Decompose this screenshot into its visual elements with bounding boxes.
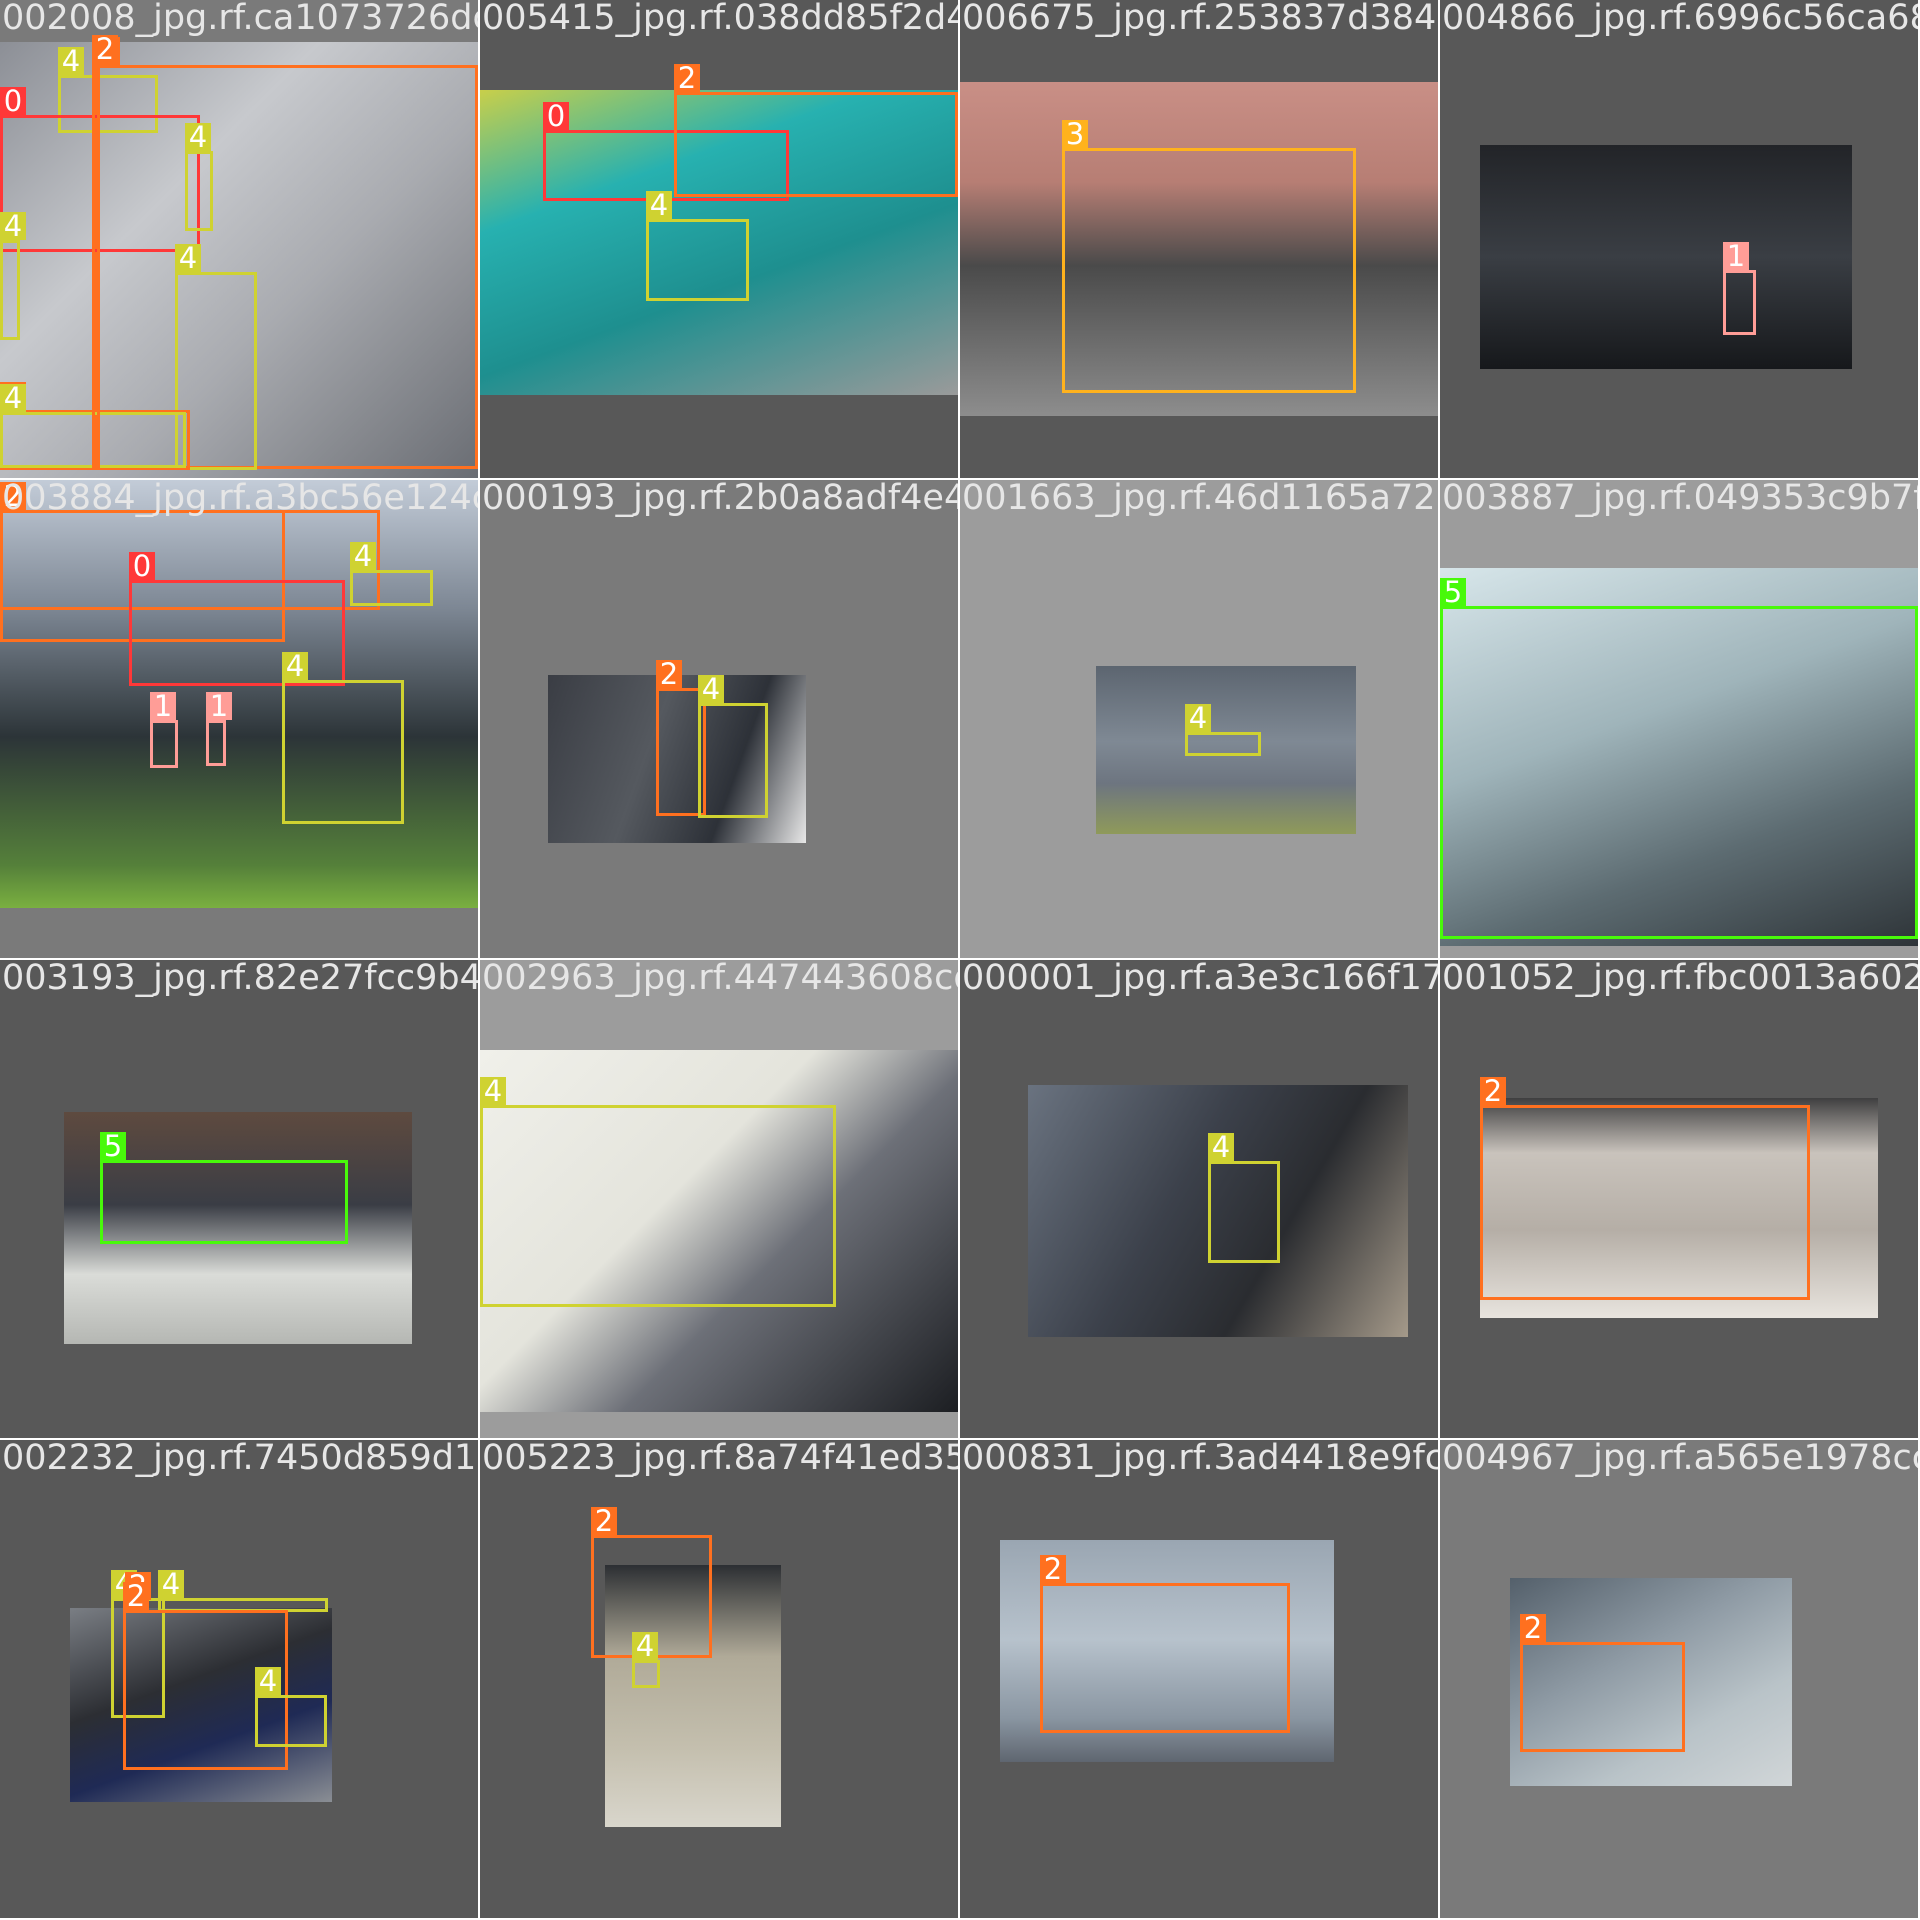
image-filename: 000831_jpg.rf.3ad4418e9fc <box>962 1440 1438 1478</box>
class-label: 5 <box>100 1132 126 1161</box>
image-filename: 006675_jpg.rf.253837d3849 <box>962 0 1438 38</box>
image-tile: 2 4 000193_jpg.rf.2b0a8adf4e4d7 <box>480 480 958 958</box>
class-label: 4 <box>158 1570 184 1599</box>
class-label: 2 <box>591 1507 617 1536</box>
detection-box: 4 <box>282 652 404 824</box>
class-label: 2 <box>92 35 118 64</box>
image-tile: 5 003193_jpg.rf.82e27fcc9b46 <box>0 960 478 1438</box>
class-label: 4 <box>0 384 26 413</box>
detection-box: 4 <box>632 1632 660 1688</box>
image-filename: 001663_jpg.rf.46d1165a7239 <box>962 480 1438 518</box>
class-label: 5 <box>1440 578 1466 607</box>
detection-box: 2 <box>674 64 958 197</box>
class-label: 0 <box>129 552 155 581</box>
image-filename: 002008_jpg.rf.ca1073726dc <box>2 0 478 38</box>
detection-box: 4 <box>1208 1133 1280 1263</box>
class-label: 4 <box>255 1667 281 1696</box>
class-label: 4 <box>698 675 724 704</box>
class-label: 2 <box>1520 1614 1546 1643</box>
image-filename: 002963_jpg.rf.447443608cd8 <box>482 960 958 998</box>
class-label: 4 <box>350 542 376 571</box>
class-label: 3 <box>1062 120 1088 149</box>
class-label: 0 <box>0 87 26 116</box>
image-filename: 005415_jpg.rf.038dd85f2d478 <box>482 0 958 38</box>
detection-box: 1 <box>206 692 232 766</box>
detection-box: 1 <box>1723 242 1756 335</box>
image-tile: 2 001052_jpg.rf.fbc0013a602 <box>1440 960 1918 1438</box>
class-label: 4 <box>1208 1133 1234 1162</box>
class-label: 1 <box>1723 242 1749 271</box>
detection-box: 4 <box>255 1667 327 1747</box>
detection-box: 4 <box>350 542 433 606</box>
image-filename: 003887_jpg.rf.049353c9b7fa <box>1442 480 1918 518</box>
detection-box: 4 <box>646 191 749 301</box>
car-damage-photo <box>1480 145 1852 369</box>
class-label: 2 <box>1040 1555 1066 1584</box>
image-filename: 003193_jpg.rf.82e27fcc9b46 <box>2 960 478 998</box>
image-filename: 004866_jpg.rf.6996c56ca68a5 <box>1442 0 1918 38</box>
image-filename: 005223_jpg.rf.8a74f41ed359 <box>482 1440 958 1478</box>
image-tile: 1 004866_jpg.rf.6996c56ca68a5 <box>1440 0 1918 478</box>
detection-box: 5 <box>1440 578 1918 939</box>
class-label: 4 <box>185 123 211 152</box>
class-label: 4 <box>175 244 201 273</box>
image-tile: 2 004967_jpg.rf.a565e1978cc <box>1440 1440 1918 1918</box>
class-label: 4 <box>632 1632 658 1661</box>
detection-box: 2 <box>1040 1555 1290 1733</box>
image-filename: 000193_jpg.rf.2b0a8adf4e4d7 <box>482 480 958 518</box>
class-label: 0 <box>543 102 569 131</box>
class-label: 2 <box>123 1582 149 1611</box>
image-filename: 000001_jpg.rf.a3e3c166f17 <box>962 960 1438 998</box>
detection-box: 4 <box>0 212 26 340</box>
image-filename: 002232_jpg.rf.7450d859d104 <box>2 1440 478 1478</box>
detection-box: 0 <box>129 552 345 686</box>
detection-box: 4 <box>480 1077 836 1307</box>
image-tile: 420444242002008_jpg.rf.ca1073726dc <box>0 0 478 478</box>
class-label: 2 <box>1480 1077 1506 1106</box>
class-label: 2 <box>656 660 682 689</box>
detection-box: 4 <box>698 675 768 818</box>
detection-mosaic: 420444242002008_jpg.rf.ca1073726dc024005… <box>0 0 1920 1920</box>
detection-box: 2 <box>92 35 118 468</box>
detection-box: 4 <box>185 123 213 231</box>
image-tile: 4 001663_jpg.rf.46d1165a7239 <box>960 480 1438 958</box>
detection-box: 2 <box>1520 1614 1685 1752</box>
image-tile: 4 002963_jpg.rf.447443608cd8 <box>480 960 958 1438</box>
detection-box: 4 <box>1185 704 1261 756</box>
detection-box: 5 <box>100 1132 348 1244</box>
class-label: 4 <box>282 652 308 681</box>
image-filename: 004967_jpg.rf.a565e1978cc <box>1442 1440 1918 1478</box>
image-tile: 2 4 005223_jpg.rf.8a74f41ed359 <box>480 1440 958 1918</box>
image-tile: 0 2 4 005415_jpg.rf.038dd85f2d478 <box>480 0 958 478</box>
detection-box: 0 <box>0 87 200 252</box>
class-label: 4 <box>58 47 84 76</box>
image-tile: 4 000001_jpg.rf.a3e3c166f17 <box>960 960 1438 1438</box>
image-tile: 3 006675_jpg.rf.253837d3849 <box>960 0 1438 478</box>
class-label: 1 <box>206 692 232 721</box>
image-tile: 5 003887_jpg.rf.049353c9b7fa <box>1440 480 1918 958</box>
class-label: 2 <box>674 64 700 93</box>
detection-box: 3 <box>1062 120 1356 393</box>
class-label: 4 <box>646 191 672 220</box>
detection-box: 1 <box>150 692 178 768</box>
image-tile: 2204411003884_jpg.rf.a3bc56e124c <box>0 480 478 958</box>
image-tile: 42424002232_jpg.rf.7450d859d104 <box>0 1440 478 1918</box>
image-tile: 2 000831_jpg.rf.3ad4418e9fc <box>960 1440 1438 1918</box>
detection-box: 2 <box>1480 1077 1810 1300</box>
class-label: 2 <box>0 482 26 511</box>
class-label: 4 <box>480 1077 506 1106</box>
class-label: 4 <box>0 212 26 241</box>
class-label: 4 <box>1185 704 1211 733</box>
image-filename: 001052_jpg.rf.fbc0013a602 <box>1442 960 1918 998</box>
class-label: 1 <box>150 692 176 721</box>
